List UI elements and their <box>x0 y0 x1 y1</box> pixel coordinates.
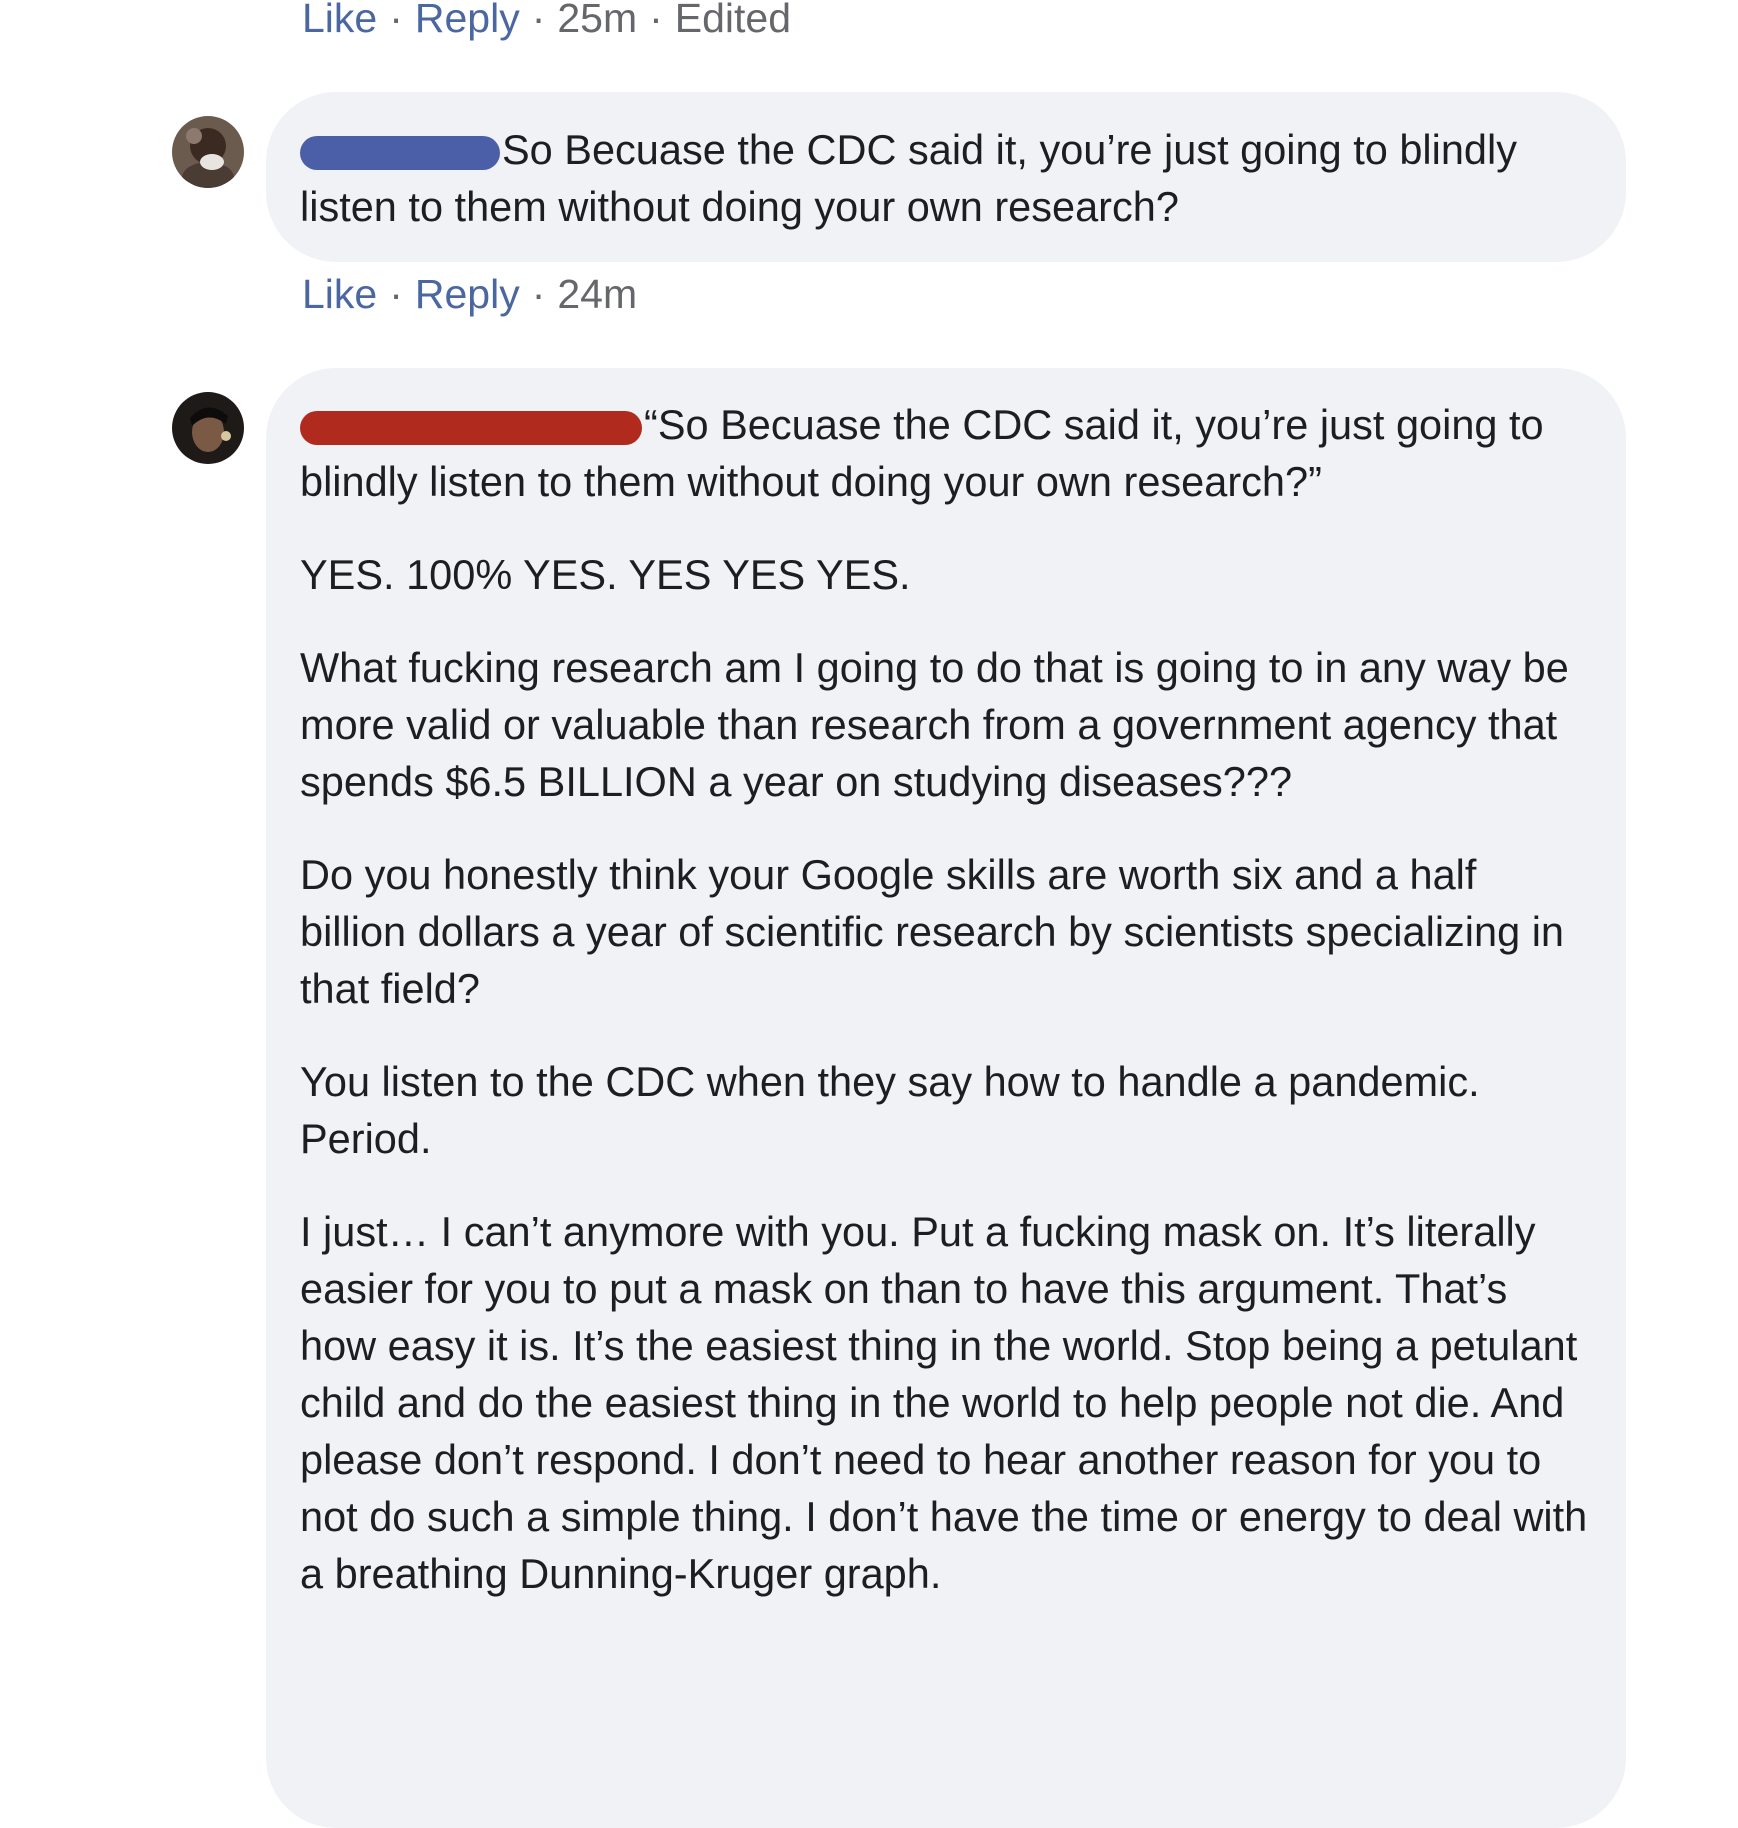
comment-bubble: “So Becuase the CDC said it, you’re just… <box>266 368 1626 1828</box>
avatar[interactable] <box>172 392 244 464</box>
separator-dot: · <box>531 271 546 317</box>
timestamp[interactable]: 25m <box>557 0 637 41</box>
comment-paragraph: Do you honestly think your Google skills… <box>300 851 1565 1012</box>
redacted-author-name <box>300 411 642 446</box>
comment-paragraph: You listen to the CDC when they say how … <box>300 1058 1480 1162</box>
comment-paragraph: What fucking research am I going to do t… <box>300 644 1569 805</box>
separator-dot: · <box>649 0 663 41</box>
comment-text: So Becuase the CDC said it, you’re just … <box>300 121 1592 235</box>
comment-actions-row: Like · Reply · 25m · Edited <box>302 0 791 42</box>
edited-label: Edited <box>674 0 792 41</box>
timestamp[interactable]: 24m <box>557 271 637 317</box>
comment-actions-row: Like · Reply · 24m <box>302 270 637 318</box>
comment-paragraph: YES. 100% YES. YES YES YES. <box>300 551 911 598</box>
like-link[interactable]: Like <box>302 271 377 317</box>
separator-dot: · <box>389 271 403 317</box>
redacted-author-name <box>300 136 500 171</box>
comment-paragraph: I just… I can’t anymore with you. Put a … <box>300 1208 1588 1597</box>
like-link[interactable]: Like <box>302 0 377 41</box>
separator-dot: · <box>389 0 403 41</box>
comment-paragraph: “So Becuase the CDC said it, you’re just… <box>300 396 1592 510</box>
reply-link[interactable]: Reply <box>415 271 520 317</box>
separator-dot: · <box>531 0 546 41</box>
avatar[interactable] <box>172 116 244 188</box>
comment-bubble: So Becuase the CDC said it, you’re just … <box>266 92 1626 262</box>
reply-link[interactable]: Reply <box>415 0 520 41</box>
